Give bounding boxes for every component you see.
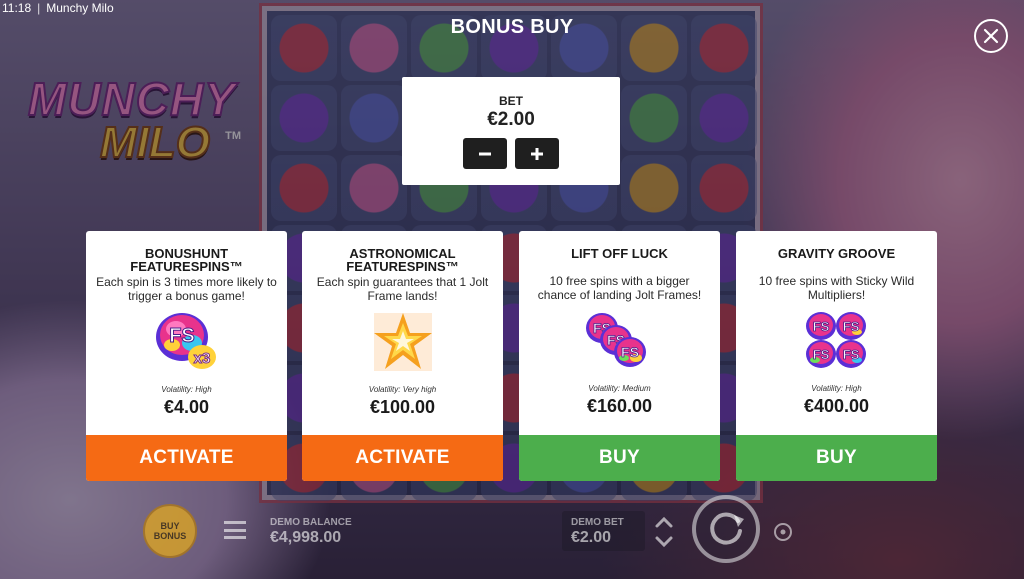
- card-price: €100.00: [369, 397, 436, 417]
- card-volatility: Volatility: Very high: [368, 385, 437, 394]
- bet-panel: BET €2.00: [402, 77, 620, 185]
- buy-button[interactable]: BUY: [736, 435, 937, 481]
- demo-bet-label: DEMO BET: [571, 517, 624, 528]
- menu-button[interactable]: [224, 521, 246, 539]
- svg-text:FS: FS: [842, 347, 859, 362]
- card-description: Each spin is 3 times more likely to trig…: [96, 275, 277, 303]
- bet-decrease-button[interactable]: [463, 138, 507, 169]
- svg-text:FS: FS: [842, 319, 859, 334]
- card-volatility: Volatility: High: [161, 385, 212, 394]
- star-burst-icon: [302, 305, 503, 379]
- bonus-card-gravity-groove: GRAVITY GROOVE 10 free spins with Sticky…: [736, 231, 937, 481]
- card-volatility: Volatility: Medium: [588, 384, 651, 393]
- spin-button[interactable]: [692, 495, 760, 563]
- fs-grid-icon: FS FS FS FS: [736, 304, 937, 378]
- demo-balance-value: €4,998.00: [270, 529, 342, 546]
- demo-bet-value: €2.00: [571, 529, 612, 546]
- fs-x3-icon: FS x3: [86, 305, 287, 379]
- modal-title: BONUS BUY: [450, 16, 574, 38]
- bet-controls: [402, 138, 620, 169]
- card-description: Each spin guarantees that 1 Jolt Frame l…: [316, 275, 489, 303]
- card-description: 10 free spins with a bigger chance of la…: [537, 274, 702, 302]
- card-title: GRAVITY GROOVE: [777, 246, 896, 261]
- card-title: BONUSHUNT FEATURESPINS™: [130, 246, 243, 274]
- minus-icon: [479, 152, 491, 155]
- card-price: €4.00: [163, 397, 210, 417]
- bet-increase-button[interactable]: [515, 138, 559, 169]
- svg-text:FS: FS: [812, 319, 829, 334]
- fs-stack-icon: FS FS FS: [519, 304, 720, 378]
- autoplay-icon[interactable]: [772, 521, 794, 543]
- bonus-card-bonushunt: BONUSHUNT FEATURESPINS™ Each spin is 3 t…: [86, 231, 287, 481]
- buy-bonus-label-2: BONUS: [153, 531, 187, 541]
- hamburger-icon: [224, 521, 246, 524]
- card-title: LIFT OFF LUCK: [571, 246, 668, 261]
- buy-bonus-label-1: BUY: [160, 521, 180, 531]
- status-separator: |: [37, 1, 41, 15]
- status-bar: 11:18 | Munchy Milo: [0, 0, 114, 16]
- bonus-card-lift-off-luck: LIFT OFF LUCK 10 free spins with a bigge…: [519, 231, 720, 481]
- buy-button[interactable]: BUY: [519, 435, 720, 481]
- svg-text:FS: FS: [812, 347, 829, 362]
- card-description: 10 free spins with Sticky Wild Multiplie…: [758, 274, 915, 302]
- card-price: €400.00: [803, 396, 870, 416]
- bet-label: BET: [499, 94, 523, 108]
- card-price: €160.00: [586, 396, 653, 416]
- svg-text:x3: x3: [193, 350, 210, 367]
- activate-button[interactable]: ACTIVATE: [302, 435, 503, 481]
- svg-text:FS: FS: [621, 344, 639, 360]
- bonus-card-astronomical: ASTRONOMICAL FEATURESPINS™ Each spin gua…: [302, 231, 503, 481]
- spin-icon: [710, 512, 744, 545]
- card-title: ASTRONOMICAL FEATURESPINS™: [346, 246, 459, 274]
- close-button[interactable]: [974, 19, 1008, 53]
- bet-arrows-icon[interactable]: [652, 512, 676, 552]
- close-icon: [983, 28, 999, 44]
- plus-icon: [531, 147, 543, 160]
- activate-button[interactable]: ACTIVATE: [86, 435, 287, 481]
- status-app-name: Munchy Milo: [46, 1, 114, 15]
- demo-balance-label: DEMO BALANCE: [270, 517, 352, 528]
- svg-text:FS: FS: [169, 325, 195, 347]
- card-volatility: Volatility: High: [811, 384, 862, 393]
- status-time: 11:18: [2, 1, 32, 15]
- bet-value: €2.00: [487, 109, 535, 130]
- buy-bonus-button[interactable]: BUY BONUS: [143, 504, 197, 558]
